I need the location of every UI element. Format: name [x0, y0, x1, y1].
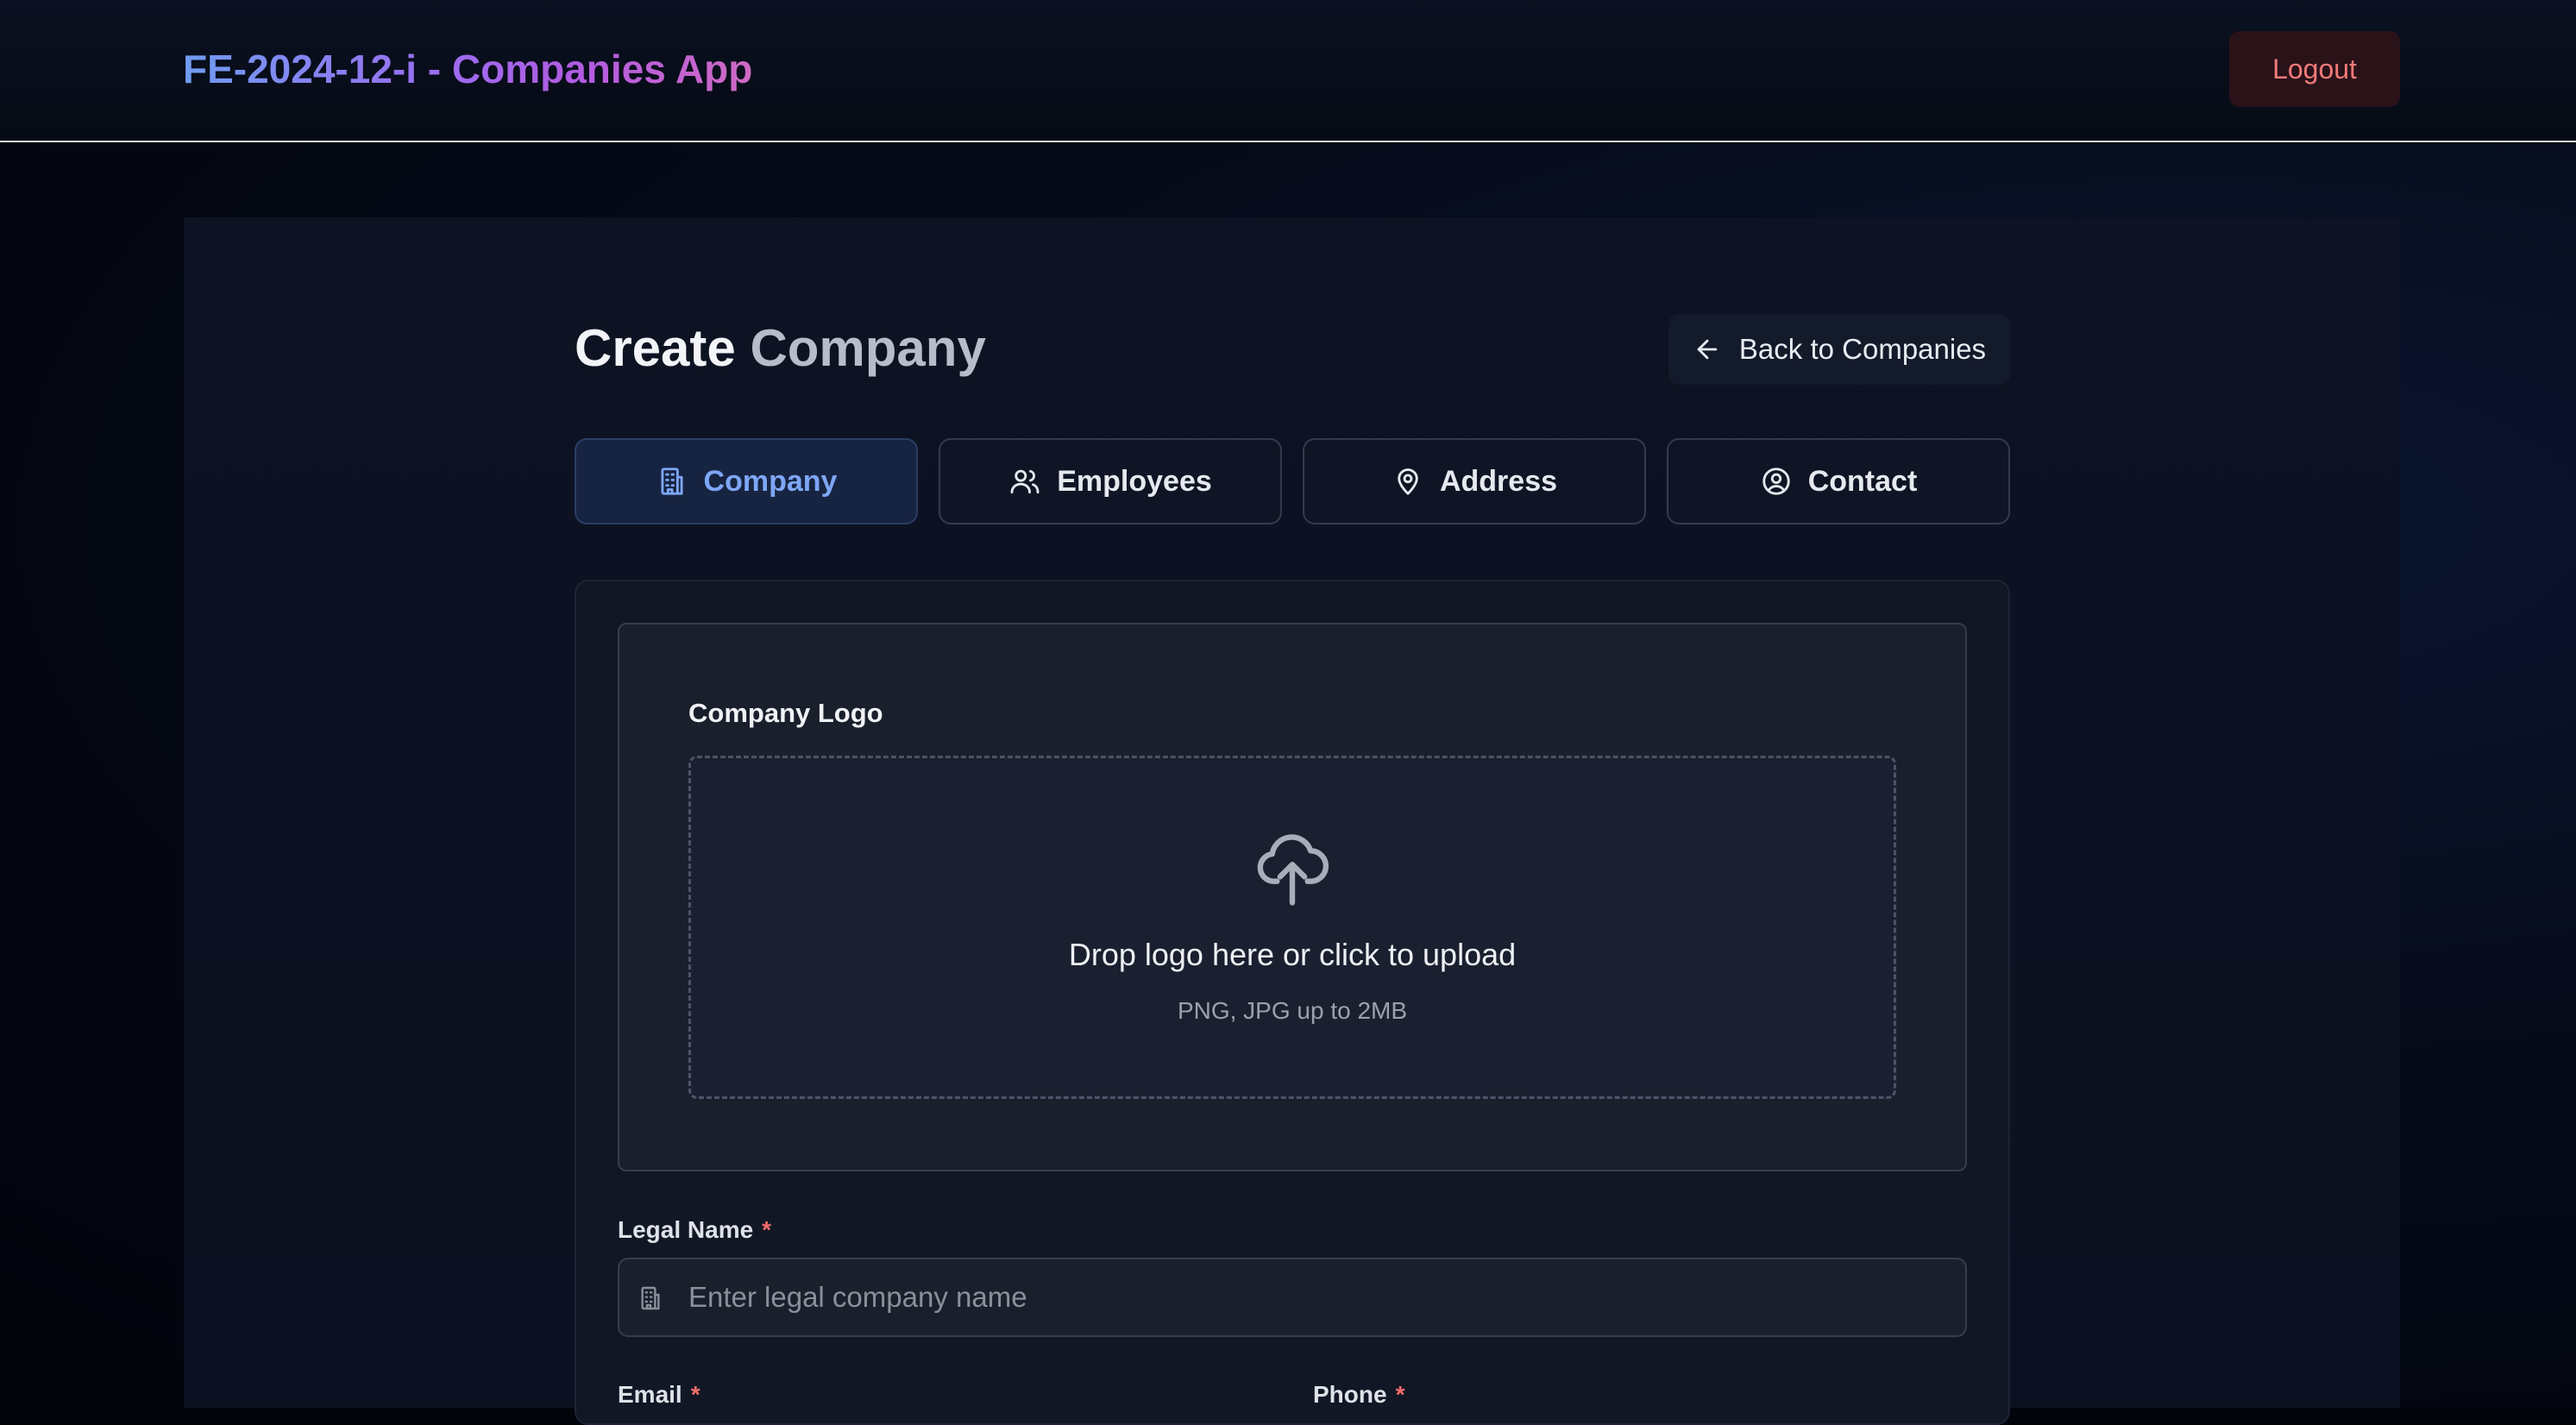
tab-company[interactable]: Company	[575, 438, 918, 524]
required-mark: *	[690, 1381, 701, 1408]
required-mark: *	[762, 1216, 772, 1243]
cloud-upload-icon	[1257, 834, 1329, 906]
tab-address[interactable]: Address	[1303, 438, 1646, 524]
email-label-text: Email	[618, 1381, 682, 1408]
app-title[interactable]: FE-2024-12-i - Companies App	[183, 45, 752, 93]
legal-name-placeholder: Enter legal company name	[688, 1281, 1027, 1313]
arrow-left-icon	[1697, 339, 1718, 360]
legal-name-label: Legal Name *	[618, 1215, 771, 1245]
page-title: Create Company	[575, 317, 986, 380]
map-pin-icon	[1398, 468, 1418, 495]
company-logo-label: Company Logo	[688, 698, 883, 728]
email-label: Email *	[618, 1380, 701, 1409]
dropzone-title: Drop logo here or click to upload	[1068, 937, 1517, 972]
tab-company-label: Company	[703, 464, 838, 498]
tab-contact[interactable]: Contact	[1667, 438, 2010, 524]
phone-label: Phone *	[1313, 1380, 1404, 1409]
logo-dropzone[interactable]	[688, 756, 1896, 1099]
building-icon	[661, 468, 683, 495]
back-button-label: Back to Companies	[1738, 333, 1987, 365]
logout-button[interactable]: Logout	[2229, 31, 2400, 107]
tab-employees[interactable]: Employees	[939, 438, 1282, 524]
page-title-part1: Create	[575, 319, 736, 377]
users-icon	[1010, 469, 1040, 494]
required-mark: *	[1395, 1381, 1405, 1408]
page-title-part2: Company	[750, 319, 986, 377]
tab-employees-label: Employees	[1057, 464, 1212, 498]
form-tabs: Company Employees Address Contact	[575, 438, 2010, 524]
back-to-companies-button[interactable]: Back to Companies	[1668, 314, 2010, 385]
legal-name-label-text: Legal Name	[618, 1216, 754, 1243]
top-navbar: FE-2024-12-i - Companies App Logout	[0, 0, 2576, 142]
dropzone-hint: PNG, JPG up to 2MB	[1177, 997, 1408, 1024]
building-icon	[641, 1286, 660, 1310]
tab-contact-label: Contact	[1807, 464, 1918, 498]
phone-label-text: Phone	[1313, 1381, 1387, 1408]
user-circle-icon	[1762, 468, 1790, 495]
tab-address-label: Address	[1439, 464, 1558, 498]
